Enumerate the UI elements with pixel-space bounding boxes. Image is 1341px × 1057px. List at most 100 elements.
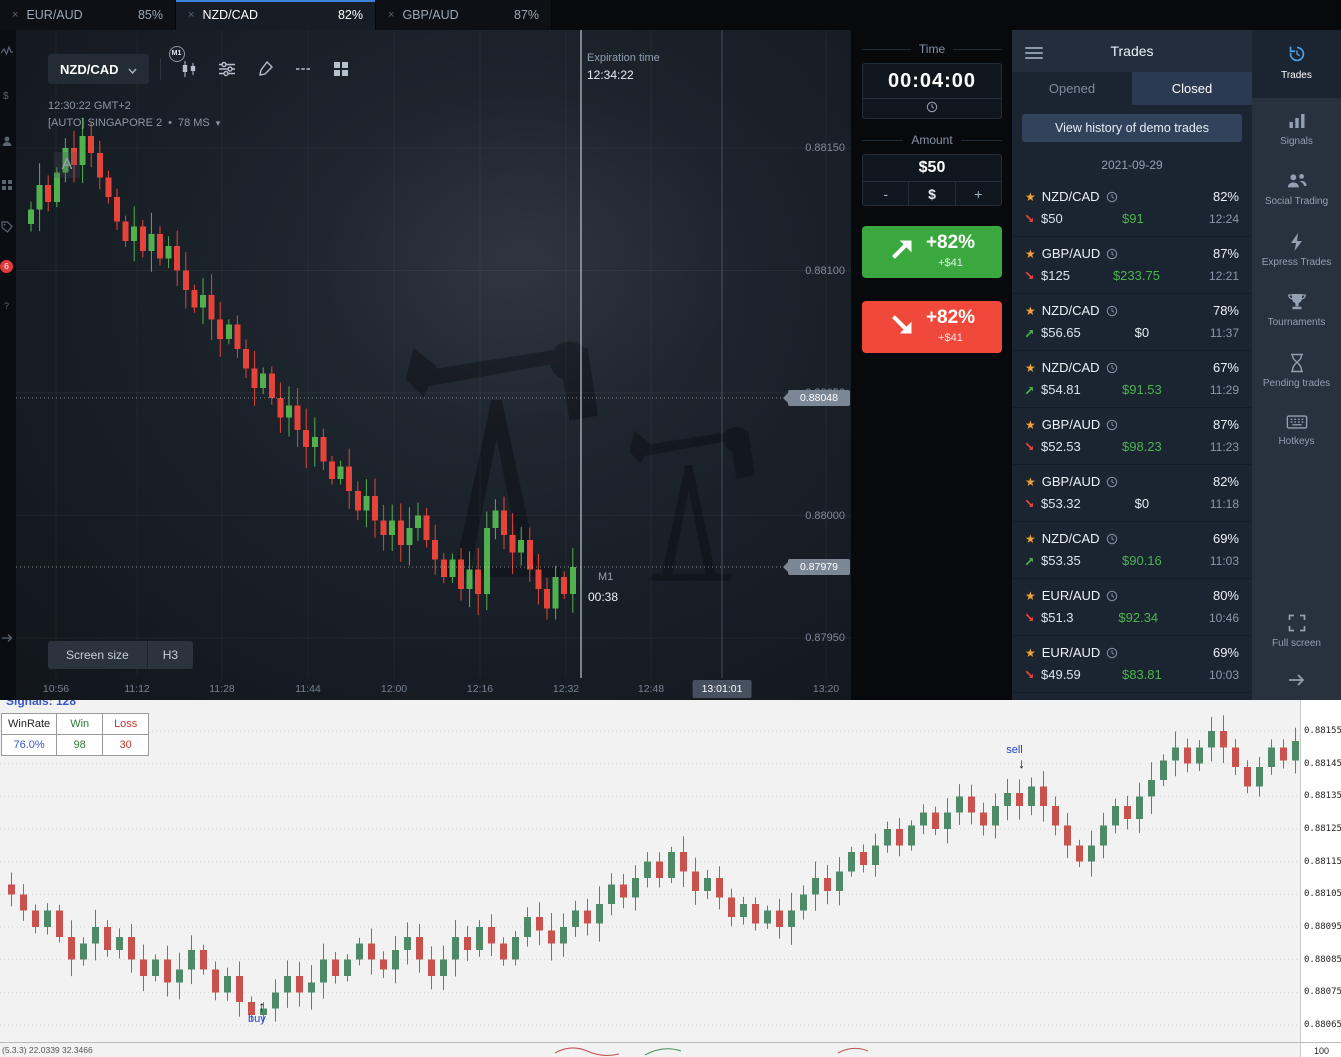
star-icon: ★ [1025,646,1036,660]
asset-tab-gbp-aud[interactable]: ×GBP/AUD87% [376,0,552,30]
winrate-table: WinRateWinLoss76.0%9830 [1,713,149,756]
price-scale: 0.881550.881450.881350.881250.881150.881… [1300,700,1341,1057]
winrate-header: WinRate [2,714,57,735]
close-tab-icon[interactable]: × [188,9,194,21]
asset-tab-eur-aud[interactable]: ×EUR/AUD85% [0,0,176,30]
zoom-preset-button[interactable]: H3 [148,641,193,669]
sidebar-item-pending-trades[interactable]: Pending trades [1252,343,1341,401]
direction-up-icon [1025,328,1035,338]
collapse-sidebar-button[interactable] [1252,663,1341,697]
buy-payout: +$41 [938,257,963,269]
menu-icon[interactable] [1025,44,1043,62]
main-chart[interactable]: 0.881500.881000.880500.880000.87950 0.88… [16,30,851,700]
sidebar-item-express-trades[interactable]: Express Trades [1252,222,1341,280]
trade-row[interactable]: ★NZD/CAD82%$50$9112:24 [1012,180,1252,237]
price-scale-label: 0.88085 [1304,955,1341,965]
sidebar-item-label: Trades [1281,70,1312,83]
amount-input[interactable]: $50 [862,154,1002,182]
trade-profit: $92.34 [1080,610,1187,625]
time-picker-button[interactable] [862,99,1002,119]
price-scale-label: 0.88115 [1304,857,1341,867]
time-axis-label: 12:16 [467,683,493,695]
amount-controls: - $ + [862,182,1002,206]
tab-asset-label: EUR/AUD [26,8,82,22]
star-icon: ★ [1025,418,1036,432]
sidebar-item-label: Pending trades [1263,378,1330,391]
view-history-button[interactable]: View history of demo trades [1022,114,1242,142]
drawing-tools-button[interactable] [248,54,282,84]
trade-row[interactable]: ★NZD/CAD78%$56.65$011:37 [1012,294,1252,351]
asset-tab-nzd-cad[interactable]: ×NZD/CAD82% [176,0,376,30]
sidebar-item-label: Signals [1280,136,1313,149]
trade-row[interactable]: ★GBP/AUD82%$53.32$011:18 [1012,465,1252,522]
history-icon [1286,43,1308,65]
trade-percent: 82% [1213,189,1239,204]
expand-toolbar-icon[interactable] [1,630,13,648]
help-icon[interactable]: ? [1,298,13,316]
sidebar-item-tournaments[interactable]: Tournaments [1252,282,1341,340]
clock-icon [1106,590,1118,602]
tab-asset-label: GBP/AUD [402,8,458,22]
sidebar-item-signals[interactable]: Signals [1252,101,1341,159]
chart-settings-button[interactable] [210,54,244,84]
pulse-icon[interactable] [1,44,13,62]
trade-amount: $56.65 [1041,325,1081,340]
trade-asset: EUR/AUD [1042,645,1101,660]
tab-closed[interactable]: Closed [1132,72,1252,105]
close-tab-icon[interactable]: × [12,9,18,21]
clock-icon [926,100,938,118]
asset-tabs: ×EUR/AUD85%×NZD/CAD82%×GBP/AUD87% [0,0,552,30]
trade-row[interactable]: ★GBP/AUD87%$52.53$98.2311:23 [1012,408,1252,465]
trade-time: 11:37 [1193,326,1239,340]
trade-profit: $98.23 [1087,439,1187,454]
price-scale-label: 0.88075 [1304,987,1341,997]
star-icon: ★ [1025,190,1036,204]
trade-amount: $125 [1041,268,1070,283]
amount-decrease-button[interactable]: - [863,182,908,205]
sidebar-items: Trades Signals Social TradingExpress Trade… [1252,30,1341,462]
hotkeys-icon [1286,413,1308,431]
trade-percent: 87% [1213,246,1239,261]
ping-label: 78 MS [178,117,210,129]
direction-down-icon [1025,670,1035,680]
apps-icon[interactable] [1,178,13,196]
amount-increase-button[interactable]: + [955,182,1001,205]
trading-app: ×EUR/AUD85%×NZD/CAD82%×GBP/AUD87% $?6 [0,0,1341,1057]
tab-opened[interactable]: Opened [1012,72,1132,105]
chart-type-button[interactable] [286,54,320,84]
time-label: Time [919,42,945,56]
sidebar-item-social-trading[interactable]: Social Trading [1252,161,1341,219]
trade-row[interactable]: ★EUR/AUD69%$49.59$83.8110:03 [1012,636,1252,693]
trade-row[interactable]: ★NZD/CAD69%$53.35$90.1611:03 [1012,522,1252,579]
trade-amount: $51.3 [1041,610,1074,625]
trade-row[interactable]: ★EUR/AUD80%$51.3$92.3410:46 [1012,579,1252,636]
server-info[interactable]: [AUTO] SINGAPORE 2 • 78 MS ▾ [48,117,220,129]
sell-button[interactable]: +82% +$41 [862,301,1002,353]
time-axis-label: 11:12 [124,683,150,695]
trade-time: 10:03 [1193,668,1239,682]
trade-amount: $52.53 [1041,439,1081,454]
tag-icon[interactable] [1,220,13,238]
analysis-chart[interactable]: Signals: 128 WinRateWinLoss76.0%9830 ↑ b… [0,700,1341,1057]
user-icon[interactable] [1,134,13,152]
expiration-time-input[interactable]: 00:04:00 [862,63,1002,99]
trade-profit: $83.81 [1087,667,1187,682]
amount-currency-button[interactable]: $ [908,182,954,205]
trade-row[interactable]: ★GBP/AUD87%$125$233.7512:21 [1012,237,1252,294]
dollar-icon[interactable]: $ [1,88,13,106]
analysis-candlestick-plot[interactable] [0,700,1300,1057]
indicators-button[interactable]: M1 [172,54,206,84]
close-tab-icon[interactable]: × [388,9,394,21]
buy-button[interactable]: +82% +$41 [862,226,1002,278]
sidebar-item-trades[interactable]: Trades [1252,30,1341,98]
trade-row[interactable]: ★NZD/CAD67%$54.81$91.5311:29 [1012,351,1252,408]
time-section-label: Time [862,42,1002,56]
toolbar-divider [160,58,161,80]
layout-button[interactable] [324,54,358,84]
screen-size-button[interactable]: Screen size [48,641,148,669]
sidebar-item-hotkeys[interactable]: Hotkeys [1252,403,1341,459]
time-axis[interactable]: 10:5611:1211:2811:4412:0012:1612:3212:48… [16,678,851,700]
fullscreen-button[interactable]: Full screen [1252,603,1341,661]
symbol-selector[interactable]: NZD/CAD [48,54,149,84]
trade-asset: GBP/AUD [1042,417,1101,432]
